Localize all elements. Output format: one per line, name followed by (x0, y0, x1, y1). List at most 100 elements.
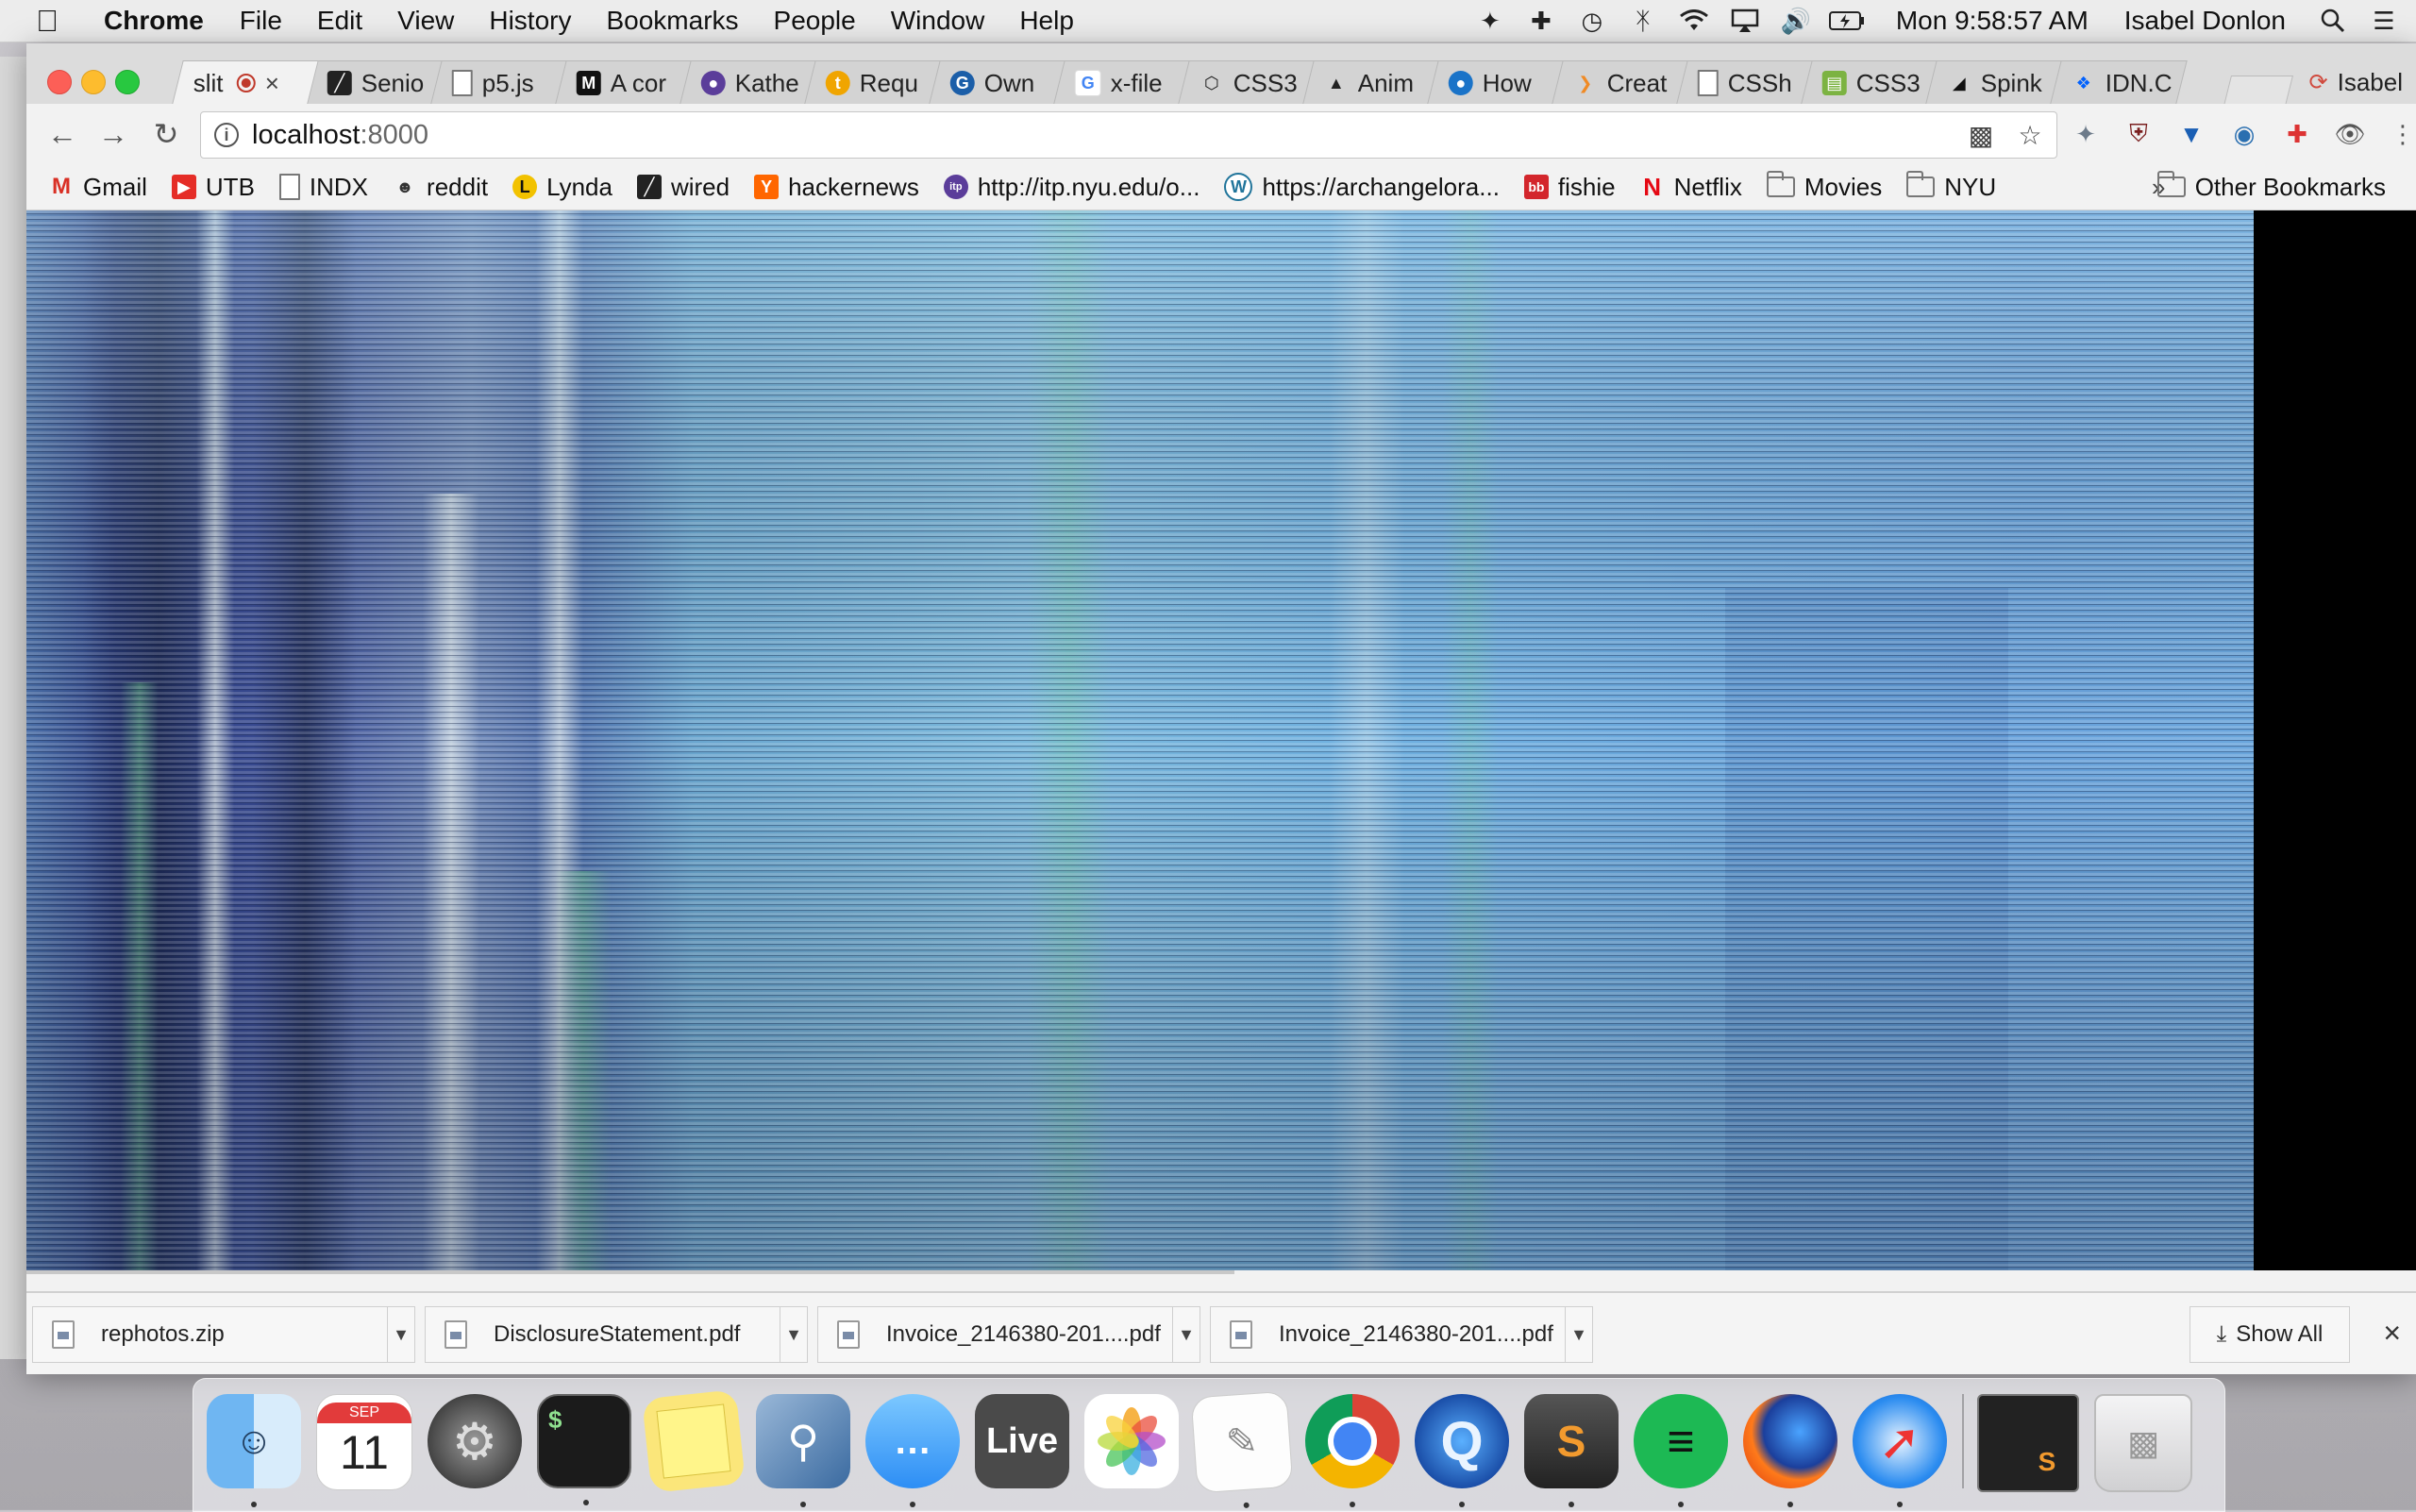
chrome-menu-icon[interactable]: ⋮ (2384, 115, 2416, 153)
safari-icon[interactable]: ➚ (1853, 1394, 1947, 1507)
spotify-icon[interactable]: ≡ (1634, 1394, 1728, 1507)
bookmark-gmail[interactable]: M Gmail (49, 173, 147, 202)
quicktime-icon[interactable]: Q (1415, 1394, 1509, 1507)
tab-requ[interactable]: t Requ (804, 60, 942, 104)
stickies-icon[interactable] (642, 1389, 746, 1493)
download-menu-caret-icon[interactable]: ▼ (780, 1306, 807, 1363)
tab-slit[interactable]: slit × (172, 60, 319, 104)
tab-cssh[interactable]: CSSh (1676, 60, 1814, 104)
menu-file[interactable]: File (240, 6, 282, 36)
messages-icon[interactable]: … (865, 1394, 960, 1507)
menu-view[interactable]: View (397, 6, 454, 36)
download-menu-caret-icon[interactable]: ▼ (1172, 1306, 1200, 1363)
circle-extension-icon[interactable]: ◉ (2225, 115, 2263, 153)
reload-icon[interactable]: ↻ (145, 113, 187, 155)
textedit-icon[interactable]: ✎ (1190, 1390, 1294, 1509)
tab-medium[interactable]: M A cor (555, 60, 693, 104)
app-menu[interactable]: Chrome (104, 6, 204, 36)
download-menu-caret-icon[interactable]: ▼ (387, 1306, 414, 1363)
address-bar[interactable]: i localhost:8000 ▩ ☆ (200, 111, 2057, 159)
battery-icon[interactable] (1828, 7, 1866, 35)
firefox-icon[interactable] (1743, 1394, 1837, 1507)
tab-spink[interactable]: ◢ Spink (1925, 60, 2063, 104)
terminal-icon[interactable]: $ (537, 1394, 631, 1505)
bluetooth-icon[interactable]: ᛡ (1624, 7, 1662, 35)
menu-help[interactable]: Help (1019, 6, 1074, 36)
tab-how[interactable]: ● How (1427, 60, 1565, 104)
menu-clock[interactable]: Mon 9:58:57 AM (1896, 6, 2089, 36)
time-machine-icon[interactable]: ◷ (1573, 7, 1611, 35)
spotlight-search-icon[interactable] (2314, 7, 2352, 35)
new-tab-button[interactable] (2223, 76, 2293, 106)
medical-extension-icon[interactable]: ✚ (2278, 115, 2316, 153)
bookmark-star-icon[interactable]: ☆ (2013, 120, 2047, 151)
back-arrow-icon[interactable]: ← (42, 113, 83, 155)
download-item[interactable]: Invoice_2146380-201....pdf ▼ (1210, 1306, 1593, 1363)
tab-creat[interactable]: ❯ Creat (1552, 60, 1689, 104)
close-download-shelf-icon[interactable]: × (2383, 1316, 2401, 1351)
window-close-button[interactable] (47, 70, 72, 94)
menu-people[interactable]: People (774, 6, 856, 36)
menu-window[interactable]: Window (891, 6, 985, 36)
sublime-text-icon[interactable]: S (1524, 1394, 1619, 1507)
bookmark-reddit[interactable]: ☻ reddit (393, 173, 489, 202)
bookmark-archangelora[interactable]: Whttps://archangelora... (1224, 173, 1500, 202)
wifi-icon[interactable] (1675, 7, 1713, 35)
plus-cross-icon[interactable]: ✚ (1522, 7, 1560, 35)
camera-icon[interactable]: ▩ (1964, 120, 1998, 151)
airplay-icon[interactable] (1726, 7, 1764, 35)
bookmark-folder-nyu[interactable]: NYU (1906, 171, 1996, 202)
bookmark-wired[interactable]: ╱ wired (636, 173, 730, 202)
bookmark-folder-movies[interactable]: Movies (1766, 171, 1882, 202)
download-item[interactable]: DisclosureStatement.pdf ▼ (425, 1306, 808, 1363)
show-all-downloads-button[interactable]: ⤓ Show All (2190, 1306, 2350, 1363)
download-item[interactable]: Invoice_2146380-201....pdf ▼ (817, 1306, 1200, 1363)
download-menu-caret-icon[interactable]: ▼ (1565, 1306, 1592, 1363)
ableton-live-icon[interactable]: Live (975, 1394, 1069, 1488)
chrome-icon[interactable] (1305, 1394, 1400, 1507)
finder-icon[interactable]: ☺ (207, 1394, 301, 1507)
notification-center-icon[interactable]: ☰ (2365, 7, 2403, 35)
window-minimize-button[interactable] (81, 70, 106, 94)
calendar-icon[interactable]: SEP 11 (316, 1394, 412, 1490)
bookmark-utb[interactable]: ▶ UTB (171, 173, 255, 202)
tab-own[interactable]: G Own (929, 60, 1066, 104)
trash-icon[interactable]: ▩ (2094, 1394, 2192, 1492)
system-preferences-icon[interactable]: ⚙ (428, 1394, 522, 1488)
tab-kathe[interactable]: ● Kathe (680, 60, 817, 104)
eye-extension-icon[interactable]: 👁 (2331, 115, 2369, 153)
bookmark-netflix[interactable]: N Netflix (1640, 173, 1742, 202)
ublock-shield-icon[interactable]: ⛨ (2120, 115, 2157, 153)
bookmark-fishie[interactable]: bb fishie (1523, 173, 1616, 202)
tab-css3[interactable]: ⬡ CSS3 (1178, 60, 1316, 104)
minimized-window-thumbnail[interactable]: S (1977, 1394, 2079, 1492)
tab-anim[interactable]: ▲ Anim (1302, 60, 1440, 104)
apple-menu-icon[interactable]:  (36, 4, 79, 39)
bookmark-hackernews[interactable]: Yhackernews (754, 173, 919, 202)
other-bookmarks-folder[interactable]: Other Bookmarks (2156, 171, 2386, 202)
tab-idn[interactable]: ❖ IDN.C (2050, 60, 2188, 104)
site-info-icon[interactable]: i (214, 123, 239, 147)
profile-button[interactable]: ⟳ Isabel (2309, 68, 2404, 97)
tab-p5js[interactable]: p5.js (430, 60, 568, 104)
bird-extension-icon[interactable]: ✦ (2067, 115, 2105, 153)
window-zoom-button[interactable] (115, 70, 140, 94)
volume-icon[interactable]: 🔊 (1777, 7, 1815, 35)
tab-css3-2[interactable]: ▤ CSS3 (1801, 60, 1938, 104)
tab-close-icon[interactable]: × (265, 69, 279, 98)
download-item[interactable]: rephotos.zip ▼ (32, 1306, 415, 1363)
bookmark-lynda[interactable]: L Lynda (512, 173, 612, 202)
tab-senior[interactable]: ╱ Senio (306, 60, 444, 104)
flame-icon[interactable]: ✦ (1471, 7, 1509, 35)
photos-icon[interactable] (1084, 1394, 1179, 1488)
menu-history[interactable]: History (489, 6, 571, 36)
v-extension-icon[interactable]: ▼ (2173, 115, 2210, 153)
menu-edit[interactable]: Edit (317, 6, 362, 36)
menu-bookmarks[interactable]: Bookmarks (606, 6, 738, 36)
bookmark-itp[interactable]: itp http://itp.nyu.edu/o... (943, 173, 1200, 202)
menu-user[interactable]: Isabel Donlon (2124, 6, 2286, 36)
forward-arrow-icon[interactable]: → (92, 113, 134, 155)
tab-xfiles[interactable]: G x-file (1053, 60, 1191, 104)
preview-icon[interactable]: ⚲ (756, 1394, 850, 1507)
bookmark-indx[interactable]: INDX (278, 173, 368, 202)
